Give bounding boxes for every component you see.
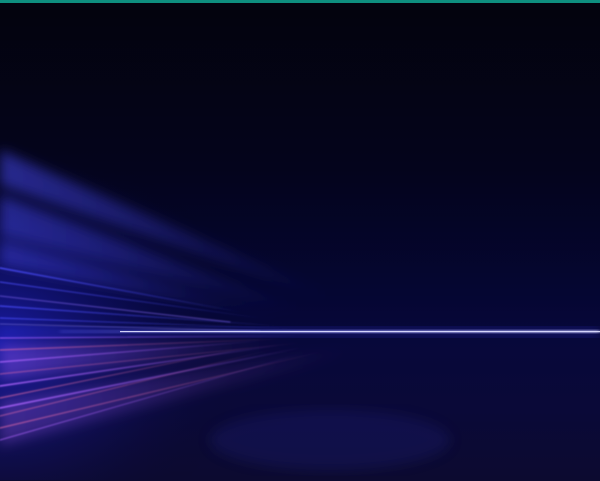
horizon-line — [0, 327, 600, 337]
desktop-wallpaper — [0, 0, 600, 481]
light-streak-art — [0, 120, 600, 480]
lower-glow — [210, 410, 450, 470]
